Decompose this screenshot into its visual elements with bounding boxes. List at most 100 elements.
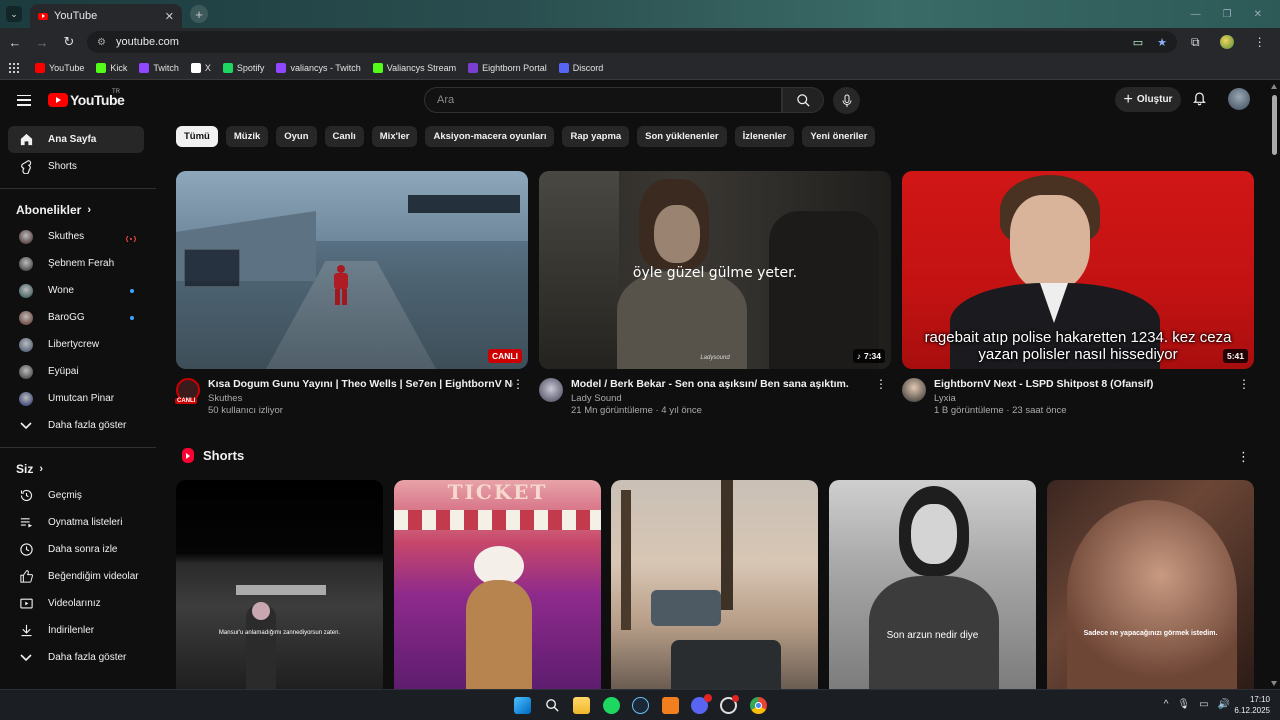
spotify-icon[interactable]	[603, 697, 620, 714]
bookmark-star-icon[interactable]: ★	[1157, 36, 1167, 49]
steam-icon[interactable]	[632, 697, 649, 714]
video-card[interactable]: CANLI CANLI Kısa Dogum Gunu Yayını | The…	[175, 171, 528, 416]
sidebar-item-history[interactable]: Geçmiş	[8, 482, 144, 509]
channel-avatar[interactable]	[539, 378, 563, 402]
tray-mic-icon[interactable]: 🎙	[1177, 699, 1190, 710]
subscription-item[interactable]: Umutcan Pinar	[8, 385, 144, 412]
scroll-up-icon[interactable]	[1271, 84, 1277, 89]
tray-volume-icon[interactable]: 🔊	[1218, 699, 1230, 710]
video-thumbnail[interactable]: ragebait atıp polise hakaretten 1234. ke…	[902, 171, 1254, 369]
video-card[interactable]: öyle güzel gülme yeter. Ladysound ♪ 7:34…	[539, 171, 891, 416]
sidebar-item-chevron-down[interactable]: Daha fazla göster	[8, 644, 144, 671]
subscription-item[interactable]: Şebnem Ferah	[8, 250, 144, 277]
subscription-item[interactable]: BaroGG	[8, 304, 144, 331]
bookmark-item[interactable]: Discord	[558, 62, 603, 73]
video-thumbnail[interactable]: öyle güzel gülme yeter. Ladysound ♪ 7:34	[539, 171, 891, 369]
more-actions-icon[interactable]: ⋮	[512, 377, 524, 391]
video-card[interactable]: ragebait atıp polise hakaretten 1234. ke…	[902, 171, 1254, 416]
filter-chip[interactable]: Aksiyon-macera oyunları	[425, 126, 555, 147]
scrollbar-thumb[interactable]	[1272, 95, 1277, 155]
bookmark-item[interactable]: Spotify	[222, 62, 264, 73]
taskbar-search-icon[interactable]	[544, 697, 561, 714]
channel-name[interactable]: Skuthes	[208, 393, 513, 404]
new-tab-button[interactable]: +	[190, 5, 208, 23]
channel-name[interactable]: Lyxia	[934, 393, 1239, 404]
app-icon[interactable]	[662, 697, 679, 714]
create-button[interactable]: + Oluştur	[1115, 87, 1181, 112]
profile-icon[interactable]	[1219, 35, 1234, 49]
filter-chip[interactable]: Yeni öneriler	[802, 126, 876, 147]
tray-display-icon[interactable]: ▭	[1199, 699, 1208, 710]
filter-chip[interactable]: Canlı	[324, 126, 364, 147]
short-item[interactable]: Son arzun nedir diye	[829, 480, 1036, 689]
more-actions-icon[interactable]: ⋮	[1238, 377, 1250, 391]
apps-grid-icon[interactable]	[9, 62, 19, 73]
tab-search-button[interactable]: ⌄	[6, 6, 22, 22]
browser-menu-icon[interactable]: ⋮	[1254, 35, 1266, 49]
cast-icon[interactable]: ▭	[1133, 36, 1143, 49]
filter-chip[interactable]: Son yüklenenler	[637, 126, 727, 147]
channel-name[interactable]: Lady Sound	[571, 393, 876, 404]
video-thumbnail[interactable]: CANLI	[176, 171, 528, 369]
filter-chip[interactable]: Rap yapma	[562, 126, 630, 147]
subscription-item[interactable]: Wone	[8, 277, 144, 304]
tab-close-icon[interactable]: ✕	[165, 10, 174, 23]
voice-search-button[interactable]	[833, 87, 860, 114]
restore-icon[interactable]: ❐	[1223, 9, 1232, 20]
you-heading[interactable]: Siz ›	[0, 456, 156, 482]
minimize-icon[interactable]: —	[1191, 9, 1201, 20]
subs-show-more-button[interactable]: Daha fazla göster	[8, 412, 144, 439]
more-actions-icon[interactable]: ⋮	[875, 377, 887, 391]
site-info-icon[interactable]: ⚙	[97, 37, 106, 48]
channel-avatar[interactable]: CANLI	[175, 378, 200, 404]
bookmark-item[interactable]: valiancys - Twitch	[276, 62, 361, 73]
sidebar-item-clock[interactable]: Daha sonra izle	[8, 536, 144, 563]
tab-youtube[interactable]: YouTube ✕	[30, 4, 182, 28]
filter-chip[interactable]: Oyun	[276, 126, 317, 147]
bookmark-item[interactable]: Kick	[96, 62, 127, 73]
scroll-down-icon[interactable]	[1271, 681, 1277, 686]
youtube-logo[interactable]: YouTube TR	[48, 89, 125, 108]
close-window-icon[interactable]: ✕	[1254, 9, 1262, 20]
windows-start-icon[interactable]	[514, 697, 531, 714]
sidebar-item-download[interactable]: İndirilenler	[8, 617, 144, 644]
back-icon[interactable]: ←	[3, 35, 27, 50]
search-button[interactable]	[782, 87, 824, 113]
video-title[interactable]: Kısa Dogum Gunu Yayını | Theo Wells | Se…	[208, 377, 513, 391]
subscription-item[interactable]: Eyüpai	[8, 358, 144, 385]
filter-chip[interactable]: Mix'ler	[371, 126, 418, 147]
extensions-icon[interactable]: ⧉	[1191, 35, 1200, 50]
sidebar-item-home[interactable]: Ana Sayfa	[8, 126, 144, 153]
bookmark-item[interactable]: YouTube	[35, 62, 84, 73]
short-item[interactable]: Mansur'u anlamadığımı zannediyorsun zate…	[176, 480, 383, 689]
forward-icon[interactable]: →	[30, 35, 54, 50]
bookmark-item[interactable]: Eightborn Portal	[468, 62, 547, 73]
short-item[interactable]	[611, 480, 818, 689]
filter-chip[interactable]: Müzik	[225, 126, 269, 147]
video-title[interactable]: Model / Berk Bekar - Sen ona aşıksın/ Be…	[571, 377, 876, 391]
address-bar[interactable]: ⚙ youtube.com ▭ ★	[87, 31, 1177, 53]
guide-menu-icon[interactable]	[17, 94, 31, 106]
sidebar-item-playlist[interactable]: Oynatma listeleri	[8, 509, 144, 536]
sidebar-item-your-videos[interactable]: Videolarınız	[8, 590, 144, 617]
short-item[interactable]: Sadece ne yapacağınızı görmek istedim.	[1047, 480, 1254, 689]
bookmark-item[interactable]: Valiancys Stream	[372, 62, 456, 73]
bookmark-item[interactable]: Twitch	[139, 62, 179, 73]
account-avatar[interactable]	[1228, 88, 1250, 110]
notifications-bell-icon[interactable]	[1192, 90, 1207, 111]
shorts-more-icon[interactable]: ⋮	[1237, 449, 1250, 465]
app-icon[interactable]	[720, 695, 739, 714]
page-scrollbar[interactable]	[1268, 81, 1280, 689]
chrome-icon[interactable]	[750, 697, 767, 714]
sidebar-item-like[interactable]: Beğendiğim videolar	[8, 563, 144, 590]
short-item[interactable]: TICKET	[394, 480, 601, 689]
tray-expand-icon[interactable]: ^	[1164, 699, 1169, 710]
file-explorer-icon[interactable]	[573, 697, 590, 714]
filter-chip[interactable]: İzlenenler	[734, 126, 795, 147]
search-input[interactable]: Ara	[424, 87, 782, 113]
channel-avatar[interactable]	[902, 378, 926, 402]
bookmark-item[interactable]: X	[190, 62, 211, 73]
sidebar-item-shorts[interactable]: Shorts	[8, 153, 144, 180]
filter-chip[interactable]: Tümü	[176, 126, 218, 147]
subscriptions-heading[interactable]: Abonelikler ›	[0, 197, 156, 223]
